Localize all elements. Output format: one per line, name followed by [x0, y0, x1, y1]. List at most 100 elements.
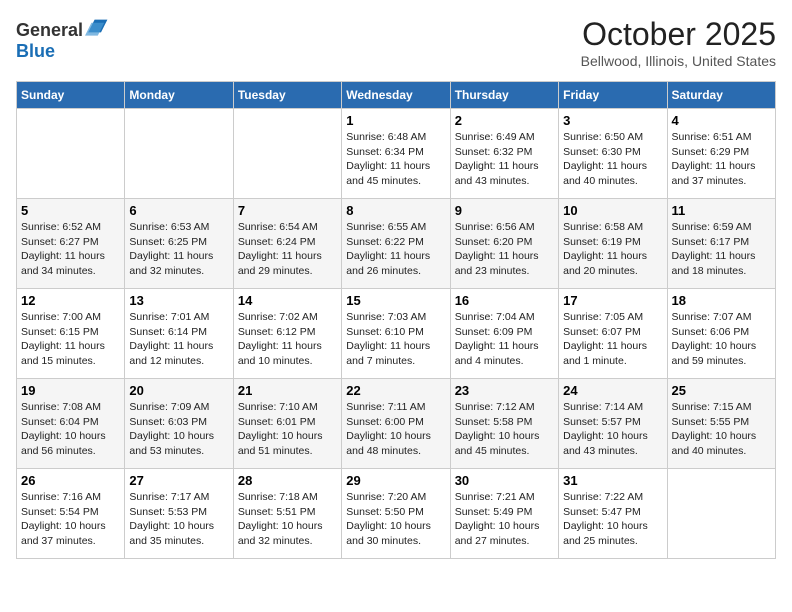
cell-content: Sunrise: 7:10 AM Sunset: 6:01 PM Dayligh… [238, 400, 337, 459]
logo-blue: Blue [16, 41, 109, 62]
calendar-cell: 4 Sunrise: 6:51 AM Sunset: 6:29 PM Daylig… [667, 109, 775, 199]
cell-content: Sunrise: 6:56 AM Sunset: 6:20 PM Dayligh… [455, 220, 554, 279]
cell-content: Sunrise: 7:21 AM Sunset: 5:49 PM Dayligh… [455, 490, 554, 549]
cell-content: Sunrise: 7:03 AM Sunset: 6:10 PM Dayligh… [346, 310, 445, 369]
cell-content: Sunrise: 7:17 AM Sunset: 5:53 PM Dayligh… [129, 490, 228, 549]
cell-content: Sunrise: 6:51 AM Sunset: 6:29 PM Dayligh… [672, 130, 771, 189]
cell-content: Sunrise: 7:07 AM Sunset: 6:06 PM Dayligh… [672, 310, 771, 369]
calendar-cell: 10Sunrise: 6:58 AM Sunset: 6:19 PM Dayli… [559, 199, 667, 289]
title-section: October 2025 Bellwood, Illinois, United … [581, 16, 776, 69]
calendar-cell [233, 109, 341, 199]
day-number: 15 [346, 293, 445, 308]
cell-content: Sunrise: 6:49 AM Sunset: 6:32 PM Dayligh… [455, 130, 554, 189]
logo-general: General [16, 20, 83, 40]
week-row-2: 5 Sunrise: 6:52 AM Sunset: 6:27 PM Daylig… [17, 199, 776, 289]
cell-content: Sunrise: 6:48 AM Sunset: 6:34 PM Dayligh… [346, 130, 445, 189]
day-header-saturday: Saturday [667, 82, 775, 109]
calendar-cell: 1 Sunrise: 6:48 AM Sunset: 6:34 PM Daylig… [342, 109, 450, 199]
cell-content: Sunrise: 6:52 AM Sunset: 6:27 PM Dayligh… [21, 220, 120, 279]
day-header-sunday: Sunday [17, 82, 125, 109]
day-header-wednesday: Wednesday [342, 82, 450, 109]
calendar-cell: 22 Sunrise: 7:11 AM Sunset: 6:00 PM Dayli… [342, 379, 450, 469]
cell-content: Sunrise: 7:00 AM Sunset: 6:15 PM Dayligh… [21, 310, 120, 369]
day-number: 22 [346, 383, 445, 398]
calendar-cell: 6 Sunrise: 6:53 AM Sunset: 6:25 PM Daylig… [125, 199, 233, 289]
calendar-cell [667, 469, 775, 559]
day-number: 1 [346, 113, 445, 128]
day-number: 17 [563, 293, 662, 308]
day-number: 6 [129, 203, 228, 218]
cell-content: Sunrise: 7:15 AM Sunset: 5:55 PM Dayligh… [672, 400, 771, 459]
calendar-cell: 29Sunrise: 7:20 AM Sunset: 5:50 PM Dayli… [342, 469, 450, 559]
day-header-friday: Friday [559, 82, 667, 109]
calendar-cell: 8 Sunrise: 6:55 AM Sunset: 6:22 PM Daylig… [342, 199, 450, 289]
cell-content: Sunrise: 7:05 AM Sunset: 6:07 PM Dayligh… [563, 310, 662, 369]
week-row-1: 1 Sunrise: 6:48 AM Sunset: 6:34 PM Daylig… [17, 109, 776, 199]
day-number: 11 [672, 203, 771, 218]
cell-content: Sunrise: 7:11 AM Sunset: 6:00 PM Dayligh… [346, 400, 445, 459]
day-number: 7 [238, 203, 337, 218]
calendar-cell: 18 Sunrise: 7:07 AM Sunset: 6:06 PM Dayli… [667, 289, 775, 379]
calendar-cell: 20 Sunrise: 7:09 AM Sunset: 6:03 PM Dayli… [125, 379, 233, 469]
logo-icon [85, 16, 109, 36]
calendar-cell: 2Sunrise: 6:49 AM Sunset: 6:32 PM Daylig… [450, 109, 558, 199]
calendar-cell: 12Sunrise: 7:00 AM Sunset: 6:15 PM Dayli… [17, 289, 125, 379]
calendar-cell: 13 Sunrise: 7:01 AM Sunset: 6:14 PM Dayli… [125, 289, 233, 379]
calendar-cell: 11Sunrise: 6:59 AM Sunset: 6:17 PM Dayli… [667, 199, 775, 289]
cell-content: Sunrise: 7:09 AM Sunset: 6:03 PM Dayligh… [129, 400, 228, 459]
day-number: 28 [238, 473, 337, 488]
calendar-cell: 5 Sunrise: 6:52 AM Sunset: 6:27 PM Daylig… [17, 199, 125, 289]
cell-content: Sunrise: 7:12 AM Sunset: 5:58 PM Dayligh… [455, 400, 554, 459]
calendar-cell: 17 Sunrise: 7:05 AM Sunset: 6:07 PM Dayli… [559, 289, 667, 379]
calendar-cell: 27 Sunrise: 7:17 AM Sunset: 5:53 PM Dayli… [125, 469, 233, 559]
day-number: 19 [21, 383, 120, 398]
day-header-thursday: Thursday [450, 82, 558, 109]
cell-content: Sunrise: 6:54 AM Sunset: 6:24 PM Dayligh… [238, 220, 337, 279]
day-number: 30 [455, 473, 554, 488]
day-number: 31 [563, 473, 662, 488]
calendar-cell: 7 Sunrise: 6:54 AM Sunset: 6:24 PM Daylig… [233, 199, 341, 289]
cell-content: Sunrise: 7:22 AM Sunset: 5:47 PM Dayligh… [563, 490, 662, 549]
calendar-cell: 31 Sunrise: 7:22 AM Sunset: 5:47 PM Dayli… [559, 469, 667, 559]
week-row-4: 19 Sunrise: 7:08 AM Sunset: 6:04 PM Dayli… [17, 379, 776, 469]
day-number: 13 [129, 293, 228, 308]
calendar-cell: 16Sunrise: 7:04 AM Sunset: 6:09 PM Dayli… [450, 289, 558, 379]
cell-content: Sunrise: 7:16 AM Sunset: 5:54 PM Dayligh… [21, 490, 120, 549]
day-number: 9 [455, 203, 554, 218]
cell-content: Sunrise: 6:50 AM Sunset: 6:30 PM Dayligh… [563, 130, 662, 189]
calendar-cell: 24Sunrise: 7:14 AM Sunset: 5:57 PM Dayli… [559, 379, 667, 469]
day-header-tuesday: Tuesday [233, 82, 341, 109]
week-row-3: 12Sunrise: 7:00 AM Sunset: 6:15 PM Dayli… [17, 289, 776, 379]
day-number: 4 [672, 113, 771, 128]
day-header-monday: Monday [125, 82, 233, 109]
day-number: 27 [129, 473, 228, 488]
day-number: 20 [129, 383, 228, 398]
cell-content: Sunrise: 7:18 AM Sunset: 5:51 PM Dayligh… [238, 490, 337, 549]
calendar-cell: 30 Sunrise: 7:21 AM Sunset: 5:49 PM Dayli… [450, 469, 558, 559]
calendar-cell: 21Sunrise: 7:10 AM Sunset: 6:01 PM Dayli… [233, 379, 341, 469]
calendar-cell: 23Sunrise: 7:12 AM Sunset: 5:58 PM Dayli… [450, 379, 558, 469]
day-number: 29 [346, 473, 445, 488]
week-row-5: 26 Sunrise: 7:16 AM Sunset: 5:54 PM Dayli… [17, 469, 776, 559]
calendar-cell: 28 Sunrise: 7:18 AM Sunset: 5:51 PM Dayli… [233, 469, 341, 559]
calendar-cell [125, 109, 233, 199]
cell-content: Sunrise: 6:55 AM Sunset: 6:22 PM Dayligh… [346, 220, 445, 279]
cell-content: Sunrise: 7:08 AM Sunset: 6:04 PM Dayligh… [21, 400, 120, 459]
cell-content: Sunrise: 6:53 AM Sunset: 6:25 PM Dayligh… [129, 220, 228, 279]
location: Bellwood, Illinois, United States [581, 53, 776, 69]
cell-content: Sunrise: 7:02 AM Sunset: 6:12 PM Dayligh… [238, 310, 337, 369]
logo: General Blue [16, 16, 109, 62]
calendar-cell [17, 109, 125, 199]
day-number: 25 [672, 383, 771, 398]
calendar-cell: 15 Sunrise: 7:03 AM Sunset: 6:10 PM Dayli… [342, 289, 450, 379]
month-title: October 2025 [581, 16, 776, 53]
day-number: 18 [672, 293, 771, 308]
day-number: 5 [21, 203, 120, 218]
cell-content: Sunrise: 7:01 AM Sunset: 6:14 PM Dayligh… [129, 310, 228, 369]
day-number: 26 [21, 473, 120, 488]
header-row: SundayMondayTuesdayWednesdayThursdayFrid… [17, 82, 776, 109]
calendar-cell: 26 Sunrise: 7:16 AM Sunset: 5:54 PM Dayli… [17, 469, 125, 559]
day-number: 8 [346, 203, 445, 218]
day-number: 24 [563, 383, 662, 398]
calendar-cell: 25 Sunrise: 7:15 AM Sunset: 5:55 PM Dayli… [667, 379, 775, 469]
